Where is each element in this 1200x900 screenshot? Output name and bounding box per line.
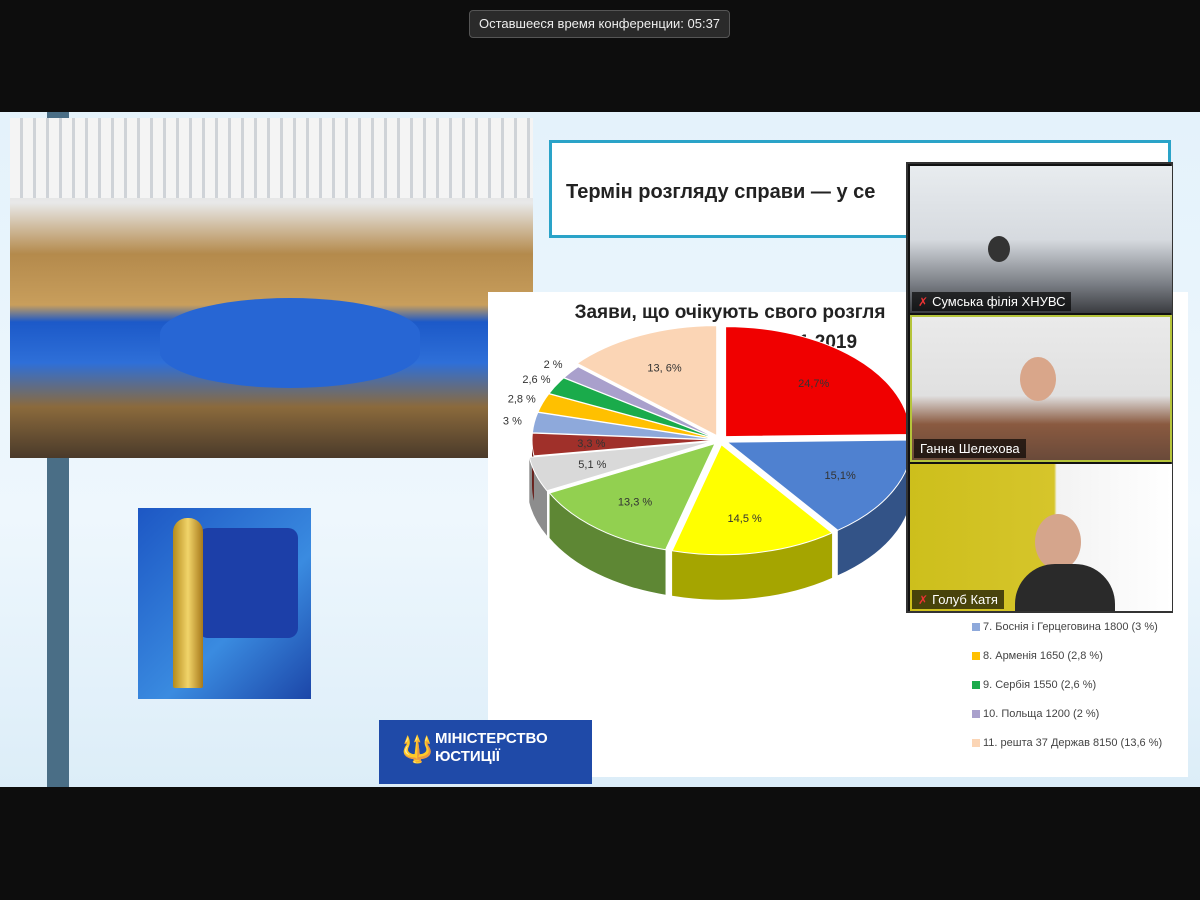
ministry-logo: 🔱 МІНІСТЕРСТВО ЮСТИЦІЇ <box>379 720 592 784</box>
pie-data-label: 2,6 % <box>522 374 550 386</box>
participant-name: Голуб Катя <box>932 592 998 607</box>
legend-text: 8. Арменія 1650 (2,8 %) <box>983 649 1103 662</box>
pie-data-label: 13, 6% <box>647 363 681 375</box>
pie-data-label: 3 % <box>503 415 522 427</box>
legend-text: 10. Польща 1200 (2 %) <box>983 707 1100 720</box>
mic-muted-icon: ✗ <box>918 593 929 607</box>
pie-data-label: 5,1 % <box>578 459 606 471</box>
legend-text: 9. Сербія 1550 (2,6 %) <box>983 678 1097 691</box>
mic-muted-icon: ✗ <box>918 295 929 309</box>
participant-name: Сумська філія ХНУВС <box>932 294 1066 309</box>
legend-item: 9. Сербія 1550 (2,6 %) <box>972 670 1162 699</box>
pie-chart: 24,7% 15,1% 14,5 % 13,3 % 5,1 % 3,3 % 3 % 2,8 %… <box>503 325 913 600</box>
pie-data-label: 13,3 % <box>618 496 652 508</box>
courtroom-photo <box>10 118 533 458</box>
legend-text: 11. решта 37 Держав 8150 (13,6 %) <box>983 736 1163 749</box>
legend-item: 7. Боснія і Герцеговина 1800 (3 %) <box>972 612 1162 641</box>
legend-item: 11. решта 37 Держав 8150 (13,6 %) <box>972 728 1162 757</box>
participant-name: Ганна Шелехова <box>920 441 1020 456</box>
slide-title: Термін розгляду справи — у се <box>566 181 876 203</box>
pie-data-label: 3,3 % <box>577 438 605 450</box>
legend-swatch <box>972 680 980 689</box>
legend-item: 8. Арменія 1650 (2,8 %) <box>972 641 1162 670</box>
video-panel[interactable]: ✗ Сумська філія ХНУВС Ганна Шелехова ✗ Гол… <box>906 162 1173 613</box>
participant-label: ✗ Голуб Катя <box>912 590 1004 609</box>
legend-swatch <box>972 709 980 718</box>
trident-icon: 🔱 <box>401 734 434 764</box>
video-tile[interactable]: ✗ Голуб Катя <box>910 464 1172 611</box>
pie-data-label: 24,7% <box>798 378 829 390</box>
legend-text: 7. Боснія і Герцеговина 1800 (3 %) <box>983 620 1158 633</box>
ministry-text-1: МІНІСТЕРСТВО <box>435 730 548 747</box>
legend-swatch <box>972 622 980 631</box>
pie-data-label: 14,5 % <box>728 513 762 525</box>
video-tile[interactable]: ✗ Сумська філія ХНУВС <box>910 166 1172 313</box>
legend-item: 10. Польща 1200 (2 %) <box>972 699 1162 728</box>
conference-timer: Оставшееся время конференции: 05:37 <box>469 10 730 38</box>
pie-data-label: 15,1% <box>825 470 856 482</box>
pie-data-label: 2 % <box>544 359 563 371</box>
justice-eu-flag-image <box>138 508 311 699</box>
chart-legend: 7. Боснія і Герцеговина 1800 (3 %) 8. Арм… <box>972 612 1162 757</box>
ministry-text-2: ЮСТИЦІЇ <box>435 748 500 765</box>
participant-label: Ганна Шелехова <box>914 439 1026 458</box>
participant-label: ✗ Сумська філія ХНУВС <box>912 292 1072 311</box>
video-tile[interactable]: Ганна Шелехова <box>910 315 1172 462</box>
pie-data-label: 2,8 % <box>508 393 536 405</box>
legend-swatch <box>972 651 980 660</box>
legend-swatch <box>972 738 980 747</box>
